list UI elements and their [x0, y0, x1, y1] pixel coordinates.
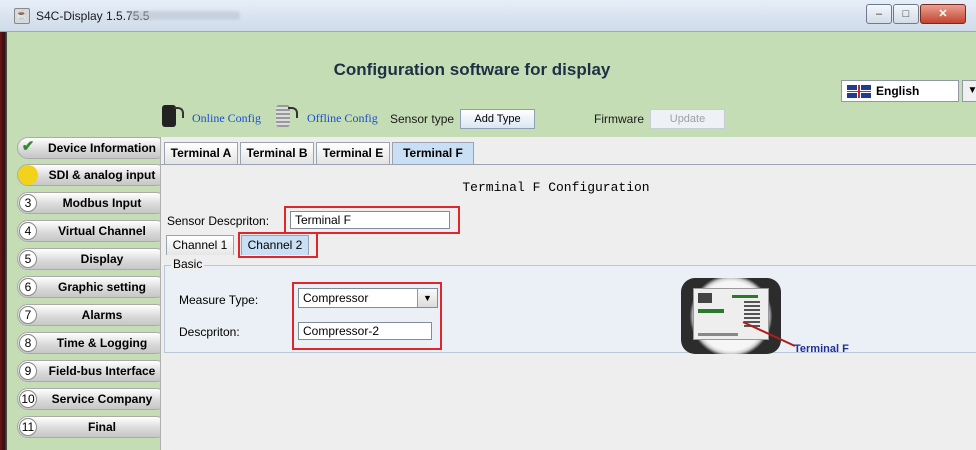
minimize-button[interactable]: ‒ [866, 4, 892, 24]
sidebar-item-time-logging[interactable]: 8 Time & Logging [17, 332, 167, 354]
sidebar-item-modbus-input[interactable]: 3 Modbus Input [17, 192, 167, 214]
sidebar-item-display[interactable]: 5 Display [17, 248, 167, 270]
basic-group-label: Basic [171, 257, 205, 271]
step-number: 3 [19, 194, 37, 212]
sidebar-item-device-information[interactable]: ✔ Device Information [17, 137, 167, 159]
step-number: 7 [19, 306, 37, 324]
java-app-icon: ☕ [14, 8, 30, 24]
tab-divider [161, 164, 976, 165]
sidebar-item-label: Final [87, 420, 116, 434]
tab-terminal-e[interactable]: Terminal E [316, 142, 390, 164]
sensor-description-label: Sensor Descpriton: [167, 214, 270, 228]
offline-config-icon[interactable] [276, 105, 298, 127]
sidebar-item-label: Virtual Channel [58, 224, 146, 238]
blurred-title-text [130, 11, 240, 20]
online-config-link[interactable]: Online Config [192, 111, 261, 126]
sidebar-item-service-company[interactable]: 10 Service Company [17, 388, 167, 410]
device-label: Terminal F [794, 343, 849, 355]
sensor-type-label: Sensor type [390, 112, 455, 126]
description-label: Descpriton: [179, 325, 240, 339]
window-left-edge [0, 32, 7, 450]
sidebar-item-graphic-setting[interactable]: 6 Graphic setting [17, 276, 167, 298]
sidebar-item-label: Service Company [51, 392, 153, 406]
sidebar-item-sdi-analog-input[interactable]: SDI & analog input [17, 164, 167, 186]
app-title: Configuration software for display [333, 60, 611, 79]
language-value: English [876, 84, 920, 98]
step-number: 11 [19, 418, 37, 436]
wizard-sidebar: ✔ Device Information SDI & analog input … [7, 137, 167, 450]
sidebar-item-label: Display [80, 252, 124, 266]
add-type-button[interactable]: Add Type [460, 109, 535, 129]
step-number: 4 [19, 222, 37, 240]
close-button[interactable]: ✕ [920, 4, 966, 24]
uk-flag-icon [847, 85, 871, 98]
sidebar-item-virtual-channel[interactable]: 4 Virtual Channel [17, 220, 167, 242]
sidebar-item-label: Modbus Input [62, 196, 142, 210]
measure-type-label: Measure Type: [179, 293, 259, 307]
active-step-icon [18, 165, 38, 185]
sidebar-item-label: Graphic setting [57, 280, 146, 294]
step-number: 5 [19, 250, 37, 268]
offline-config-link[interactable]: Offline Config [307, 111, 378, 126]
firmware-label: Firmware [594, 112, 644, 126]
highlight-channel-2 [238, 232, 318, 258]
tab-channel-1[interactable]: Channel 1 [166, 235, 234, 255]
tab-terminal-b[interactable]: Terminal B [240, 142, 314, 164]
window-title-bar: ☕ S4C-Display 1.5.75.5 ‒ □ ✕ [0, 0, 976, 32]
maximize-button[interactable]: □ [893, 4, 919, 24]
update-button[interactable]: Update [650, 109, 725, 129]
step-number: 10 [19, 390, 37, 408]
sidebar-item-label: Alarms [81, 308, 123, 322]
check-icon: ✔ [21, 138, 35, 155]
sidebar-item-label: SDI & analog input [48, 168, 156, 182]
step-number: 8 [19, 334, 37, 352]
step-number: 6 [19, 278, 37, 296]
highlight-basic-fields [292, 282, 442, 350]
sidebar-item-alarms[interactable]: 7 Alarms [17, 304, 167, 326]
basic-panel [164, 265, 976, 353]
online-config-icon[interactable] [162, 105, 184, 127]
sidebar-item-final[interactable]: 11 Final [17, 416, 167, 438]
sidebar-item-label: Time & Logging [56, 336, 148, 350]
tab-terminal-a[interactable]: Terminal A [164, 142, 238, 164]
app-header: Configuration software for display Engli… [7, 32, 976, 137]
section-title: Terminal F Configuration [462, 180, 650, 195]
language-select[interactable]: English [841, 80, 959, 102]
sidebar-item-label: Device Information [47, 141, 157, 155]
sidebar-item-label: Field-bus Interface [48, 364, 156, 378]
main-panel: Terminal A Terminal B Terminal E Termina… [160, 137, 976, 450]
tab-terminal-f[interactable]: Terminal F [392, 142, 474, 164]
sidebar-item-field-bus-interface[interactable]: 9 Field-bus Interface [17, 360, 167, 382]
device-pointer-line [742, 321, 796, 347]
language-dropdown-arrow[interactable]: ▼ [962, 80, 976, 102]
step-number: 9 [19, 362, 37, 380]
highlight-sensor-description [284, 206, 460, 234]
